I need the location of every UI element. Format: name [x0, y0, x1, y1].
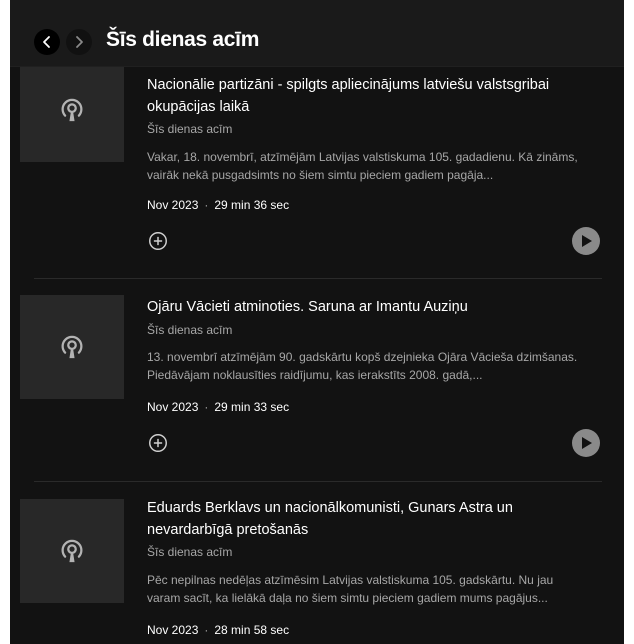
- episode-meta: Nov 2023 · 29 min 33 sec: [147, 400, 289, 414]
- episode-cover[interactable]: [20, 499, 124, 603]
- episode-cover[interactable]: [20, 58, 124, 162]
- meta-separator: ·: [204, 198, 209, 212]
- play-icon: [582, 235, 592, 247]
- episode-divider: [34, 278, 602, 279]
- episode-title[interactable]: Nacionālie partizāni - spilgts apliecinā…: [147, 74, 597, 118]
- meta-separator: ·: [204, 400, 209, 414]
- episode-meta: Nov 2023 · 29 min 36 sec: [147, 198, 289, 212]
- chevron-left-icon: [43, 36, 50, 48]
- episode-date: Nov 2023: [147, 400, 199, 414]
- episode-duration: 29 min 36 sec: [214, 198, 290, 212]
- play-button[interactable]: [572, 227, 600, 255]
- chevron-right-icon: [76, 36, 83, 48]
- meta-separator: ·: [204, 623, 209, 637]
- episode-show-name[interactable]: Šīs dienas acīm: [147, 122, 232, 136]
- episode-divider: [34, 481, 602, 482]
- podcast-icon: [61, 98, 83, 122]
- top-bar: Šīs dienas acīm: [10, 0, 624, 67]
- back-button[interactable]: [34, 29, 60, 55]
- episode-duration: 29 min 33 sec: [214, 400, 290, 414]
- forward-button[interactable]: [66, 29, 92, 55]
- episode-description: 13. novembrī atzīmējām 90. gadskārtu kop…: [147, 350, 578, 382]
- episode-description: Vakar, 18. novembrī, atzīmējām Latvijas …: [147, 150, 578, 182]
- add-to-library-icon[interactable]: [147, 230, 169, 252]
- play-icon: [582, 437, 592, 449]
- episode-cover[interactable]: [20, 295, 124, 399]
- episode-title[interactable]: Eduards Berklavs un nacionālkomunisti, G…: [147, 497, 597, 541]
- episode-date: Nov 2023: [147, 198, 199, 212]
- podcast-icon: [61, 335, 83, 359]
- add-to-library-icon[interactable]: [147, 432, 169, 454]
- episode-description: Pēc nepilnas nedēļas atzīmēsim Latvijas …: [147, 573, 554, 605]
- page-title: Šīs dienas acīm: [106, 28, 260, 51]
- episode-title[interactable]: Ojāru Vācieti atminoties. Saruna ar Iman…: [147, 296, 597, 318]
- episode-date: Nov 2023: [147, 623, 199, 637]
- play-button[interactable]: [572, 429, 600, 457]
- app-window: Nacionālie partizāni - spilgts apliecinā…: [10, 0, 624, 644]
- episode-duration: 28 min 58 sec: [214, 623, 290, 637]
- episode-meta: Nov 2023 · 28 min 58 sec: [147, 623, 289, 637]
- episode-show-name[interactable]: Šīs dienas acīm: [147, 323, 232, 337]
- podcast-icon: [61, 539, 83, 563]
- episode-show-name[interactable]: Šīs dienas acīm: [147, 545, 232, 559]
